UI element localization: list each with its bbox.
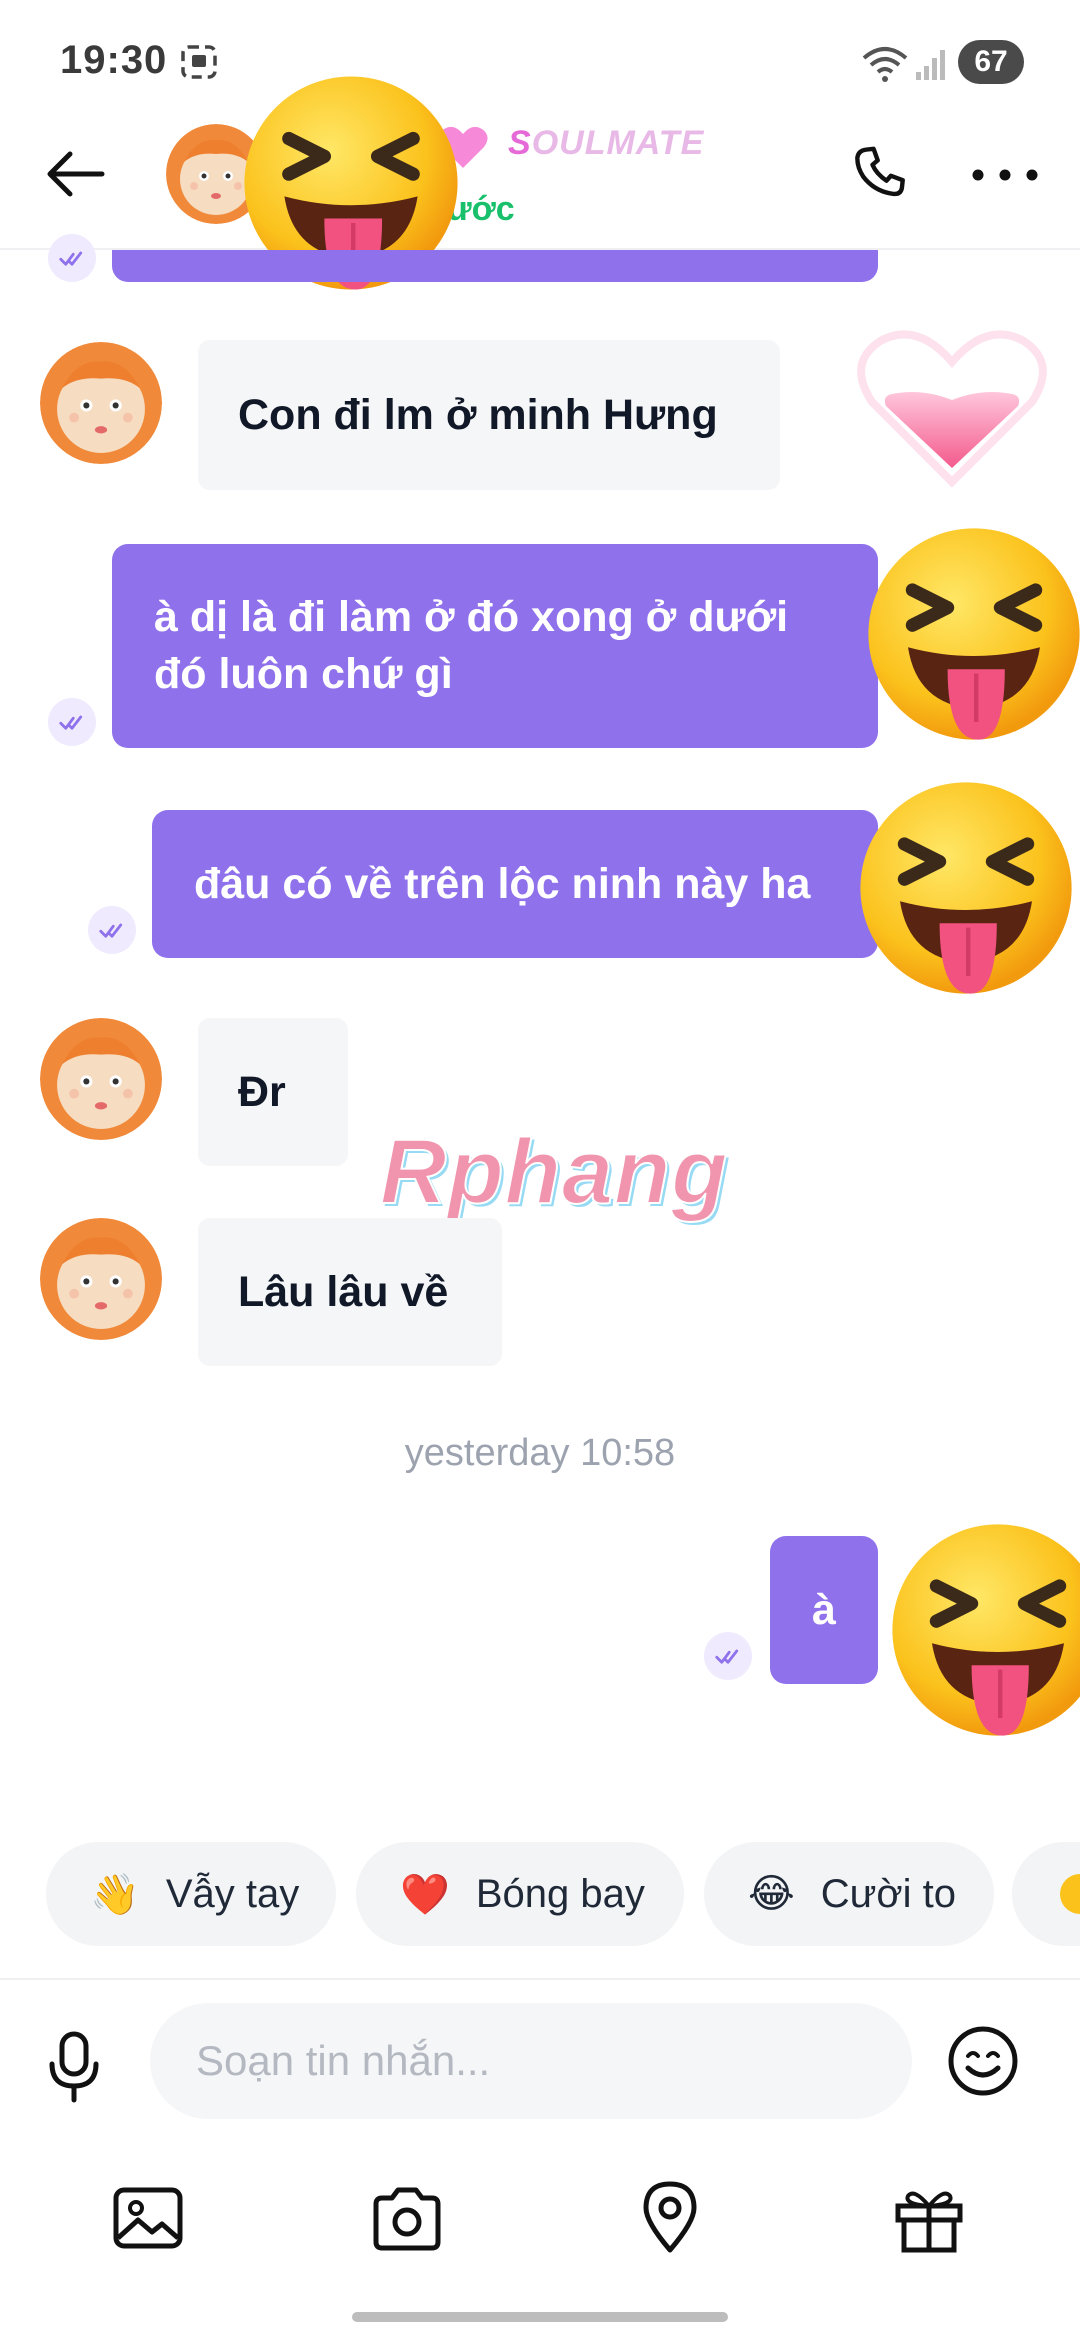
message-bubble-outgoing[interactable]: đâu có về trên lộc ninh này ha	[152, 810, 878, 958]
wave-emoji-icon: 👋	[90, 1872, 140, 1917]
composer-divider	[0, 1978, 1080, 1980]
soulmate-badge: SOULMATE	[508, 124, 704, 163]
quick-reply-chip[interactable]: 👋 Vẫy tay	[46, 1842, 336, 1946]
screenshot-icon	[180, 44, 218, 85]
watermark: Rphang	[379, 1120, 729, 1224]
home-indicator	[352, 2312, 728, 2322]
more-options-icon[interactable]	[970, 168, 1040, 187]
soulmate-badge-initial: S	[508, 124, 532, 162]
laugh-emoji-icon: 😂	[748, 1872, 795, 1916]
quick-reply-chip[interactable]: 😂 Cười to	[704, 1842, 994, 1946]
message-input-placeholder: Soạn tin nhắn...	[196, 2037, 491, 2084]
sender-avatar[interactable]	[40, 342, 162, 464]
gallery-icon[interactable]	[112, 2186, 184, 2255]
message-bubble-outgoing[interactable]: à	[770, 1536, 878, 1684]
phone-icon[interactable]	[848, 140, 914, 211]
heart-sticker-icon	[852, 322, 1052, 497]
sender-avatar[interactable]	[40, 1218, 162, 1340]
message-input[interactable]: Soạn tin nhắn...	[150, 2003, 912, 2119]
quick-reply-chip[interactable]	[1012, 1842, 1080, 1946]
gift-icon[interactable]	[892, 2184, 966, 2259]
quick-reply-chip[interactable]: ❤️ Bóng bay	[356, 1842, 684, 1946]
status-time: 19:30	[60, 38, 168, 82]
time-divider: yesterday 10:58	[404, 1432, 676, 1474]
quick-reply-label: Bóng bay	[475, 1871, 645, 1916]
sender-avatar[interactable]	[40, 1018, 162, 1140]
battery-indicator: 67	[958, 40, 1024, 84]
message-bubble-outgoing[interactable]: à dị là đi làm ở đó xong ở dưới đó luôn …	[112, 544, 878, 748]
emoji-picker-icon[interactable]	[946, 2024, 1020, 2103]
quick-reply-label: Cười to	[820, 1871, 957, 1916]
read-receipt-icon	[88, 906, 136, 954]
read-receipt-icon	[48, 698, 96, 746]
message-reaction-emoji	[864, 524, 1080, 749]
read-receipt-icon	[704, 1632, 752, 1680]
previous-message-bubble[interactable]	[112, 250, 878, 282]
message-bubble-incoming[interactable]: Lâu lâu về	[198, 1218, 502, 1366]
wifi-icon	[860, 44, 910, 89]
soulmate-badge-rest: OULMATE	[531, 124, 705, 162]
heart-emoji-icon: ❤️	[400, 1872, 450, 1917]
message-reaction-emoji	[856, 778, 1076, 1003]
message-reaction-emoji	[888, 1520, 1080, 1745]
back-arrow-icon[interactable]	[40, 144, 110, 204]
signal-icon	[914, 46, 948, 87]
emoji-icon	[1060, 1874, 1080, 1914]
camera-icon[interactable]	[370, 2186, 444, 2257]
quick-reply-label: Vẫy tay	[165, 1871, 300, 1916]
microphone-icon[interactable]	[44, 2030, 104, 2109]
message-bubble-incoming[interactable]: Đr	[198, 1018, 348, 1166]
read-receipt-icon	[48, 234, 96, 282]
location-icon[interactable]	[640, 2180, 700, 2259]
message-bubble-incoming[interactable]: Con đi lm ở minh Hưng	[198, 340, 780, 490]
